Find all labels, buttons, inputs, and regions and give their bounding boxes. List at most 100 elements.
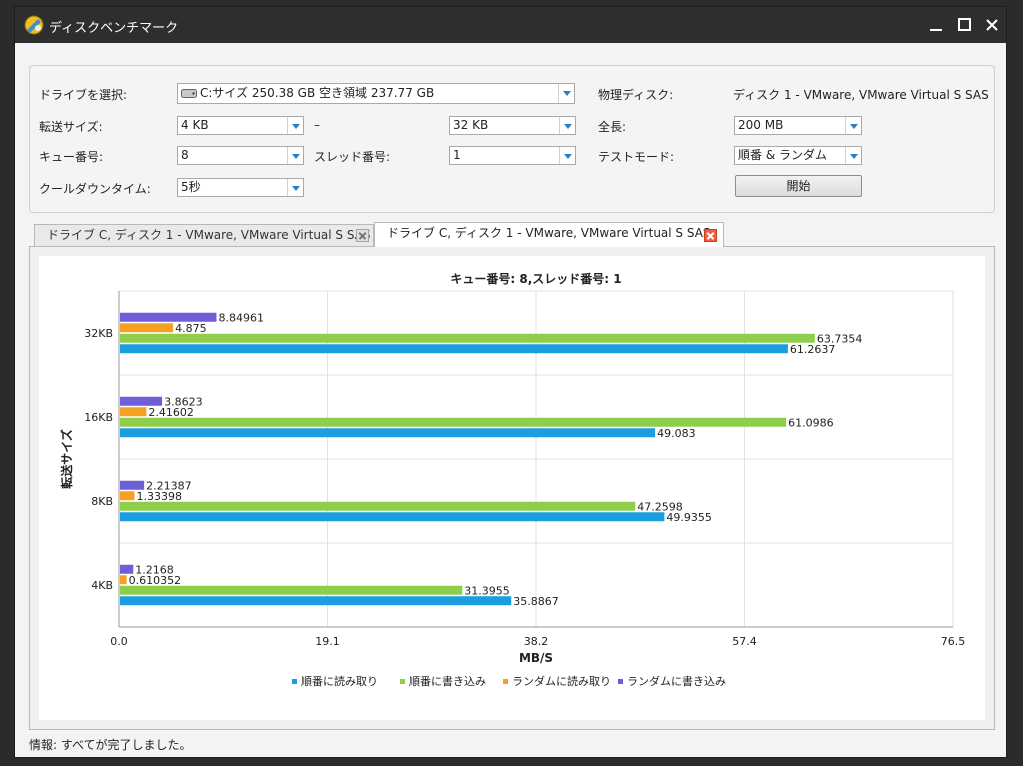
- physical-disk-value: ディスク 1 - VMware, VMware Virtual S SAS: [733, 88, 989, 102]
- legend-entry: 順番に書き込み: [409, 674, 486, 688]
- thread-number-label: スレッド番号:: [314, 150, 391, 164]
- close-icon: [986, 19, 998, 31]
- cooldown-time-select[interactable]: 5秒: [177, 178, 304, 197]
- result-tab-2-label: ドライブ C, ディスク 1 - VMware, VMware Virtual …: [387, 226, 711, 240]
- chevron-down-icon[interactable]: [558, 84, 574, 103]
- chart-bar: [120, 480, 145, 490]
- bar-data-label: 31.3955: [464, 584, 510, 597]
- close-tab-icon[interactable]: [704, 229, 717, 242]
- drive-select[interactable]: C:サイズ 250.38 GB 空き領域 237.77 GB: [177, 83, 575, 104]
- chevron-down-icon[interactable]: [559, 147, 575, 164]
- chevron-down-icon[interactable]: [287, 179, 303, 196]
- settings-panel: ドライブを選択: C:サイズ 250.38 GB 空き領域 237.77 GB …: [29, 65, 995, 213]
- bar-data-label: 0.610352: [129, 574, 182, 587]
- chart-bar: [120, 344, 788, 354]
- legend-entry: ランダムに書き込み: [627, 674, 726, 688]
- total-length-value: 200 MB: [738, 118, 784, 132]
- maximize-button[interactable]: [952, 13, 976, 37]
- benchmark-chart: キュー番号: 8,スレッド番号: 1 0.0 19.1 38.2 57.4 76.5 MB/…: [39, 256, 985, 720]
- chevron-down-icon[interactable]: [287, 147, 303, 164]
- chevron-down-icon[interactable]: [559, 117, 575, 134]
- window-title: ディスクベンチマーク: [49, 21, 179, 36]
- transfer-size-from-select[interactable]: 4 KB: [177, 116, 304, 135]
- transfer-size-from-value: 4 KB: [181, 118, 209, 132]
- benchmark-chart-svg: キュー番号: 8,スレッド番号: 1 0.0 19.1 38.2 57.4 76.5 MB/…: [59, 271, 966, 688]
- chart-bar: [120, 396, 163, 406]
- chevron-down-icon[interactable]: [287, 117, 303, 134]
- total-length-select[interactable]: 200 MB: [734, 116, 862, 135]
- legend-entry: ランダムに読み取り: [512, 674, 611, 688]
- legend-swatch: [292, 679, 297, 684]
- queue-number-select[interactable]: 8: [177, 146, 304, 165]
- cooldown-time-value: 5秒: [181, 180, 201, 194]
- chart-bar: [120, 417, 787, 427]
- chart-bar: [120, 512, 665, 522]
- chart-bar: [120, 585, 463, 595]
- bar-data-label: 8.84961: [218, 311, 263, 324]
- chevron-down-icon[interactable]: [845, 117, 861, 134]
- close-button[interactable]: [980, 13, 1004, 37]
- legend-swatch: [400, 679, 405, 684]
- chart-bar: [120, 312, 217, 322]
- disk-benchmark-window: ディスクベンチマーク ドライブを選択: C:サイズ 250.38 GB 空き領域…: [14, 6, 1007, 758]
- minimize-button[interactable]: [924, 13, 948, 37]
- bar-data-label: 61.0986: [788, 416, 834, 429]
- app-logo-icon: [24, 15, 44, 35]
- minimize-icon: [930, 29, 942, 31]
- chart-bar: [120, 575, 127, 585]
- status-message: 情報: すべてが完了しました。: [29, 738, 192, 752]
- legend-swatch: [503, 679, 508, 684]
- chart-bar: [120, 596, 512, 606]
- transfer-size-to-select[interactable]: 32 KB: [449, 116, 576, 135]
- transfer-size-label: 転送サイズ:: [39, 120, 103, 134]
- test-mode-value: 順番 & ランダム: [738, 148, 827, 162]
- queue-number-label: キュー番号:: [39, 150, 104, 164]
- cooldown-time-label: クールダウンタイム:: [39, 182, 151, 196]
- bar-data-label: 49.083: [657, 427, 696, 440]
- thread-number-select[interactable]: 1: [449, 146, 576, 165]
- queue-number-value: 8: [181, 148, 189, 162]
- test-mode-select[interactable]: 順番 & ランダム: [734, 146, 862, 165]
- drive-label: ドライブを選択:: [39, 88, 128, 102]
- chart-bar: [120, 564, 134, 574]
- chart-bar: [120, 428, 656, 438]
- y-tick-label: 4KB: [91, 579, 113, 592]
- y-tick-label: 8KB: [91, 495, 113, 508]
- result-tab-1-label: ドライブ C, ディスク 1 - VMware, VMware Virtual …: [47, 228, 371, 242]
- chart-bar: [120, 501, 636, 511]
- total-length-label: 全長:: [598, 120, 627, 134]
- bar-data-label: 1.33398: [137, 490, 183, 503]
- bar-data-label: 61.2637: [790, 343, 836, 356]
- result-tab-1[interactable]: ドライブ C, ディスク 1 - VMware, VMware Virtual …: [34, 224, 374, 246]
- title-bar[interactable]: ディスクベンチマーク: [15, 7, 1006, 43]
- close-tab-icon[interactable]: [356, 229, 369, 242]
- x-tick-label: 57.4: [732, 635, 757, 648]
- legend-swatch: [618, 679, 623, 684]
- x-tick-label: 38.2: [524, 635, 549, 648]
- chart-bar: [120, 323, 174, 333]
- legend-entry: 順番に読み取り: [301, 674, 378, 688]
- bar-data-label: 2.41602: [148, 406, 194, 419]
- result-tab-2[interactable]: ドライブ C, ディスク 1 - VMware, VMware Virtual …: [374, 222, 724, 247]
- range-dash: –: [314, 118, 320, 132]
- chart-bar: [120, 407, 147, 417]
- start-button[interactable]: 開始: [735, 175, 862, 197]
- physical-disk-label: 物理ディスク:: [598, 88, 674, 102]
- y-tick-label: 32KB: [84, 327, 113, 340]
- y-axis-title: 転送サイズ: [59, 429, 74, 489]
- transfer-size-to-value: 32 KB: [453, 118, 489, 132]
- bar-data-label: 49.9355: [666, 511, 712, 524]
- x-tick-label: 76.5: [941, 635, 966, 648]
- chart-title: キュー番号: 8,スレッド番号: 1: [450, 271, 621, 286]
- bar-data-label: 4.875: [175, 322, 207, 335]
- test-mode-label: テストモード:: [598, 150, 675, 164]
- x-tick-label: 19.1: [315, 635, 340, 648]
- thread-number-value: 1: [453, 148, 461, 162]
- chevron-down-icon[interactable]: [845, 147, 861, 164]
- chart-bar: [120, 491, 135, 501]
- x-axis-title: MB/S: [519, 651, 553, 665]
- maximize-icon: [958, 18, 971, 31]
- x-tick-label: 0.0: [110, 635, 128, 648]
- hard-disk-icon: [181, 89, 197, 98]
- bar-data-label: 35.8867: [513, 595, 559, 608]
